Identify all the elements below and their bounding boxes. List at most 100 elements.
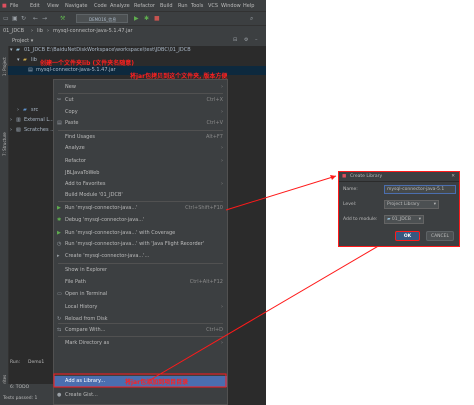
menu-bar: ■ File Edit View Navigate Code Analyze R… (0, 0, 266, 11)
context-menu-item-analyze[interactable]: Analyze › (54, 143, 227, 154)
menu-item-label: Paste (65, 120, 79, 126)
hide-icon[interactable]: – (255, 37, 258, 43)
context-menu-item-find-usages[interactable]: Find Usages Alt+F7 (54, 132, 227, 143)
chevron-down-icon: ▾ (418, 217, 421, 222)
menu-item-label: Local History (65, 304, 98, 310)
menu-item-label: Create 'mysql-connector-java...'... (65, 253, 150, 259)
sync-icon[interactable]: ↻ (21, 15, 28, 22)
context-menu-item-refactor[interactable]: Refactor › (54, 156, 227, 167)
context-menu-item-copy[interactable]: Copy › (54, 107, 227, 118)
expand-arrow-icon: › (17, 107, 19, 113)
debug-icon: ✱ (57, 217, 62, 223)
bottom-run-panel: Run: Demo1 6: TODO Tests passed: 1 (0, 360, 53, 405)
menu-help[interactable]: Help (243, 3, 254, 9)
menu-item-label: Debug 'mysql-connector-java...' (65, 217, 145, 223)
structure-tool-tab[interactable]: 7: Structure (2, 132, 7, 156)
breadcrumb-folder[interactable]: lib (37, 28, 43, 34)
menu-navigate[interactable]: Navigate (65, 3, 87, 9)
demo-tab[interactable]: Demo1 (28, 360, 44, 365)
module-label: Add to module: (343, 217, 378, 222)
context-menu-item-add-to-favorites[interactable]: Add to Favorites › (54, 179, 227, 190)
back-icon[interactable]: ← (33, 15, 40, 22)
context-menu-item-run-mysql-connector-java-with-java-flight-recorder[interactable]: ◷ Run 'mysql-connector-java...' with 'Jav… (54, 239, 227, 250)
module-icon: ▰ (387, 217, 391, 222)
context-menu-item-mark-directory-as[interactable]: Mark Directory as › (54, 338, 227, 349)
cancel-button[interactable]: CANCEL (426, 231, 454, 241)
scissors-icon: ✂ (57, 97, 62, 103)
context-menu-item-open-in-terminal[interactable]: ▭ Open in Terminal (54, 289, 227, 300)
context-menu-item-build-module-01-jdcb[interactable]: Build Module '01_JDCB' (54, 190, 227, 201)
menu-analyze[interactable]: Analyze (110, 3, 130, 9)
context-menu-item-cut[interactable]: ✂ Cut Ctrl+X (54, 95, 227, 106)
menu-code[interactable]: Code (94, 3, 107, 9)
module-select[interactable]: ▰ 01_JDCB ▾ (384, 215, 424, 224)
menu-item-label: Open in Terminal (65, 291, 108, 297)
run-config-select[interactable]: DEMO16_信息化.TESTS (76, 14, 128, 31)
context-menu-item-show-in-explorer[interactable]: Show in Explorer (54, 265, 227, 276)
level-select[interactable]: Project Library ▾ (384, 200, 439, 209)
save-icon[interactable]: ▣ (12, 15, 19, 22)
context-menu-item-run-mysql-connector-java[interactable]: ▶ Run 'mysql-connector-java...' Ctrl+Shift… (54, 203, 227, 214)
menu-refactor[interactable]: Refactor (134, 3, 155, 9)
menu-tools[interactable]: Tools (191, 3, 203, 9)
close-icon[interactable]: ✕ (451, 172, 455, 181)
project-view-select[interactable]: Project ▾ (12, 38, 33, 44)
build-hammer-icon[interactable]: ⚒ (60, 15, 67, 22)
menu-window[interactable]: Window (221, 3, 241, 9)
github-icon: ● (57, 392, 62, 398)
context-menu-item-paste[interactable]: ▤ Paste Ctrl+V (54, 118, 227, 129)
context-menu-item-create-mysql-connector-java[interactable]: ▸ Create 'mysql-connector-java...'... (54, 251, 227, 262)
run-icon[interactable]: ▶ (134, 15, 141, 22)
module-folder-icon: ▰ (16, 47, 20, 53)
menu-edit[interactable]: Edit (30, 3, 40, 9)
stop-icon[interactable]: ■ (154, 15, 161, 22)
breadcrumb-project[interactable]: 01_JDCB (3, 28, 24, 34)
tree-row-label: lib (31, 57, 37, 63)
name-field[interactable]: mysql-connector-java-5.1 (384, 185, 456, 194)
context-menu-item-reload-from-disk[interactable]: ↻ Reload from Disk (54, 314, 227, 325)
menu-run[interactable]: Run (178, 3, 188, 9)
menu-build[interactable]: Build (160, 3, 173, 9)
submenu-arrow-icon: › (221, 304, 223, 310)
context-menu-item-compare-with[interactable]: ⇆ Compare With... Ctrl+D (54, 325, 227, 336)
collapse-icon[interactable]: ⊟ (233, 37, 237, 43)
context-menu-item-run-mysql-connector-java-with-coverage[interactable]: ▶ Run 'mysql-connector-java...' with Cove… (54, 228, 227, 239)
ok-button[interactable]: OK (395, 231, 420, 241)
submenu-arrow-icon: › (221, 145, 223, 151)
search-icon[interactable]: ⌕ (250, 15, 257, 22)
annotation-create-lib: 创建一个文件夹lib (文件夹名随意) (40, 60, 134, 67)
menu-vcs[interactable]: VCS (208, 3, 218, 9)
menu-separator (58, 336, 223, 337)
project-tool-tab[interactable]: 1: Project (2, 57, 7, 76)
debug-icon[interactable]: ✱ (144, 15, 151, 22)
gear-icon[interactable]: ⚙ (244, 37, 248, 43)
tree-row-project[interactable]: ▾ ▰ 01_JDCB E:\BaiduNetDiskWorkspace\wor… (8, 46, 266, 55)
menu-file[interactable]: File (10, 3, 18, 9)
context-menu-item-file-path[interactable]: File Path Ctrl+Alt+F12 (54, 277, 227, 288)
context-menu-item-local-history[interactable]: Local History › (54, 302, 227, 313)
menu-separator (58, 263, 223, 264)
forward-icon[interactable]: → (42, 15, 49, 22)
tree-row-label: mysql-connector-java-5.1.47.jar (36, 67, 116, 73)
context-menu-item-jbljavatoweb[interactable]: JBLJavaToWeb (54, 168, 227, 179)
jar-icon: ▤ (28, 67, 33, 73)
context-menu-item-create-gist[interactable]: ● Create Gist... (54, 390, 227, 401)
left-tool-strip: 1: Project 7: Structure 2: Favorites (0, 36, 9, 405)
dialog-title: Create Library (350, 174, 383, 179)
menu-item-label: Copy (65, 109, 78, 115)
menu-view[interactable]: View (47, 3, 59, 9)
menu-item-shortcut: Ctrl+Shift+F10 (185, 205, 223, 211)
context-menu-item-new[interactable]: New › (54, 82, 227, 93)
menu-separator (58, 93, 223, 94)
submenu-arrow-icon: › (221, 109, 223, 115)
scratches-icon: ▧ (16, 127, 21, 133)
breadcrumb-file[interactable]: mysql-connector-java-5.1.47.jar (53, 28, 133, 34)
menu-item-label: New (65, 84, 76, 90)
open-folder-icon[interactable]: ▭ (3, 15, 10, 22)
annotation-copy-jar: 将jar包拷贝到这个文件夹, 版本方便 (130, 73, 228, 80)
run-tab[interactable]: Run: (10, 360, 20, 365)
menu-separator (58, 130, 223, 131)
menu-item-label: File Path (65, 279, 86, 285)
todo-tab[interactable]: 6: TODO (10, 385, 29, 390)
context-menu-item-debug-mysql-connector-java[interactable]: ✱ Debug 'mysql-connector-java...' (54, 215, 227, 226)
